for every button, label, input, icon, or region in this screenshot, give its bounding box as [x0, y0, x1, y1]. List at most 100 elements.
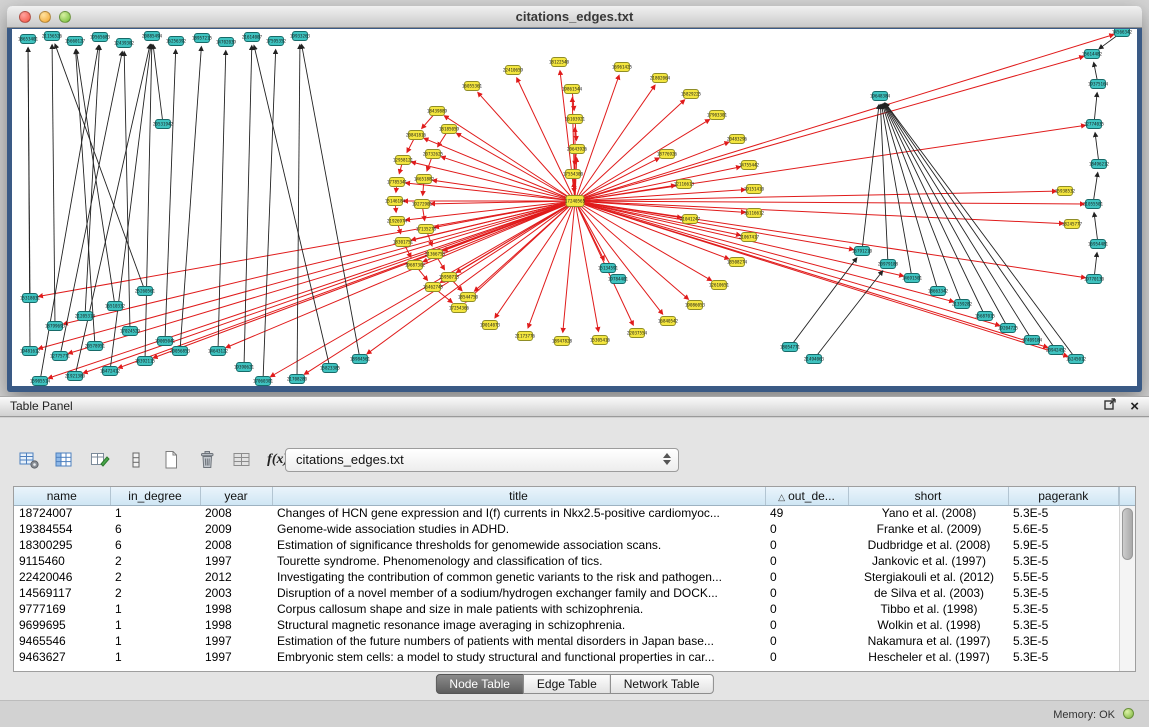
- network-node[interactable]: 19687302: [405, 261, 426, 270]
- network-node[interactable]: 18508274: [727, 258, 748, 267]
- network-node[interactable]: 20056853: [170, 347, 191, 356]
- network-canvas[interactable]: 1724056518122540224106591605536118439889…: [12, 29, 1137, 386]
- zoom-window-button[interactable]: [59, 11, 71, 23]
- table-row[interactable]: 946554611997Estimation of the future num…: [14, 633, 1119, 649]
- network-node[interactable]: 22410659: [503, 66, 524, 75]
- network-node[interactable]: 15614482: [1082, 50, 1103, 59]
- table-row[interactable]: 977716911998Corpus callosum shape and si…: [14, 601, 1119, 617]
- network-edge[interactable]: [575, 201, 999, 325]
- network-edge[interactable]: [153, 45, 163, 124]
- network-node[interactable]: 19861544: [562, 85, 583, 94]
- network-edge[interactable]: [575, 35, 1113, 201]
- network-node[interactable]: 17554300: [563, 170, 584, 179]
- network-node[interactable]: 16791210: [852, 247, 873, 256]
- network-node[interactable]: 21926974: [387, 217, 408, 226]
- network-node[interactable]: 18054771: [780, 343, 801, 352]
- table-row[interactable]: 1938455462009Genome-wide association stu…: [14, 521, 1119, 537]
- network-node[interactable]: 21708280: [287, 375, 308, 384]
- network-node[interactable]: 19375164: [1088, 80, 1109, 89]
- network-edge[interactable]: [862, 105, 879, 251]
- network-node[interactable]: 15146184: [385, 197, 406, 206]
- network-node[interactable]: 16103921: [565, 115, 586, 124]
- network-node[interactable]: 19005041: [155, 337, 176, 346]
- network-node[interactable]: 14755442: [739, 161, 760, 170]
- network-edge[interactable]: [180, 47, 201, 351]
- network-node[interactable]: 14651882: [414, 175, 435, 184]
- network-node[interactable]: 17903301: [707, 111, 728, 120]
- network-edge[interactable]: [263, 50, 276, 381]
- network-node[interactable]: 19770130: [1084, 275, 1105, 284]
- network-edge[interactable]: [885, 103, 1056, 350]
- network-edge[interactable]: [575, 201, 598, 331]
- column-header-year[interactable]: year: [200, 487, 272, 505]
- edit-table-icon[interactable]: [87, 448, 114, 472]
- network-node[interactable]: 22037554: [627, 329, 648, 338]
- network-node[interactable]: 16462745: [423, 283, 444, 292]
- network-edge[interactable]: [52, 45, 55, 326]
- network-node[interactable]: 12958121: [393, 156, 414, 165]
- network-node[interactable]: 15829225: [681, 90, 702, 99]
- network-node[interactable]: 19481612: [20, 347, 41, 356]
- network-node[interactable]: 18439889: [427, 107, 448, 116]
- network-node[interactable]: 18776926: [657, 150, 678, 159]
- network-edge[interactable]: [495, 201, 575, 318]
- network-edge[interactable]: [575, 125, 1085, 201]
- column-header-short[interactable]: short: [848, 487, 1008, 505]
- table-row[interactable]: 1456911722003Disruption of a novel membe…: [14, 585, 1119, 601]
- network-node[interactable]: 21156526: [42, 32, 63, 41]
- network-node[interactable]: 15687015: [975, 312, 996, 321]
- network-edge[interactable]: [563, 201, 575, 332]
- network-node[interactable]: 17254366: [449, 304, 470, 313]
- column-header-pagerank[interactable]: pagerank: [1008, 487, 1119, 505]
- table-row[interactable]: 2242004622012Investigating the contribut…: [14, 569, 1119, 585]
- network-hub-node[interactable]: 17240565: [565, 196, 586, 207]
- network-edge[interactable]: [406, 183, 575, 201]
- network-node[interactable]: 18957215: [192, 34, 213, 43]
- network-node[interactable]: 17785341: [387, 178, 408, 187]
- column-header-out_degree[interactable]: △out_de...: [765, 487, 848, 505]
- network-node[interactable]: 20732625: [423, 150, 444, 159]
- network-edge[interactable]: [575, 85, 655, 201]
- network-edge[interactable]: [244, 46, 252, 367]
- network-node[interactable]: 18947828: [552, 337, 573, 346]
- network-node[interactable]: 16245012: [1066, 355, 1087, 364]
- network-node[interactable]: 18185059: [439, 125, 460, 134]
- network-node[interactable]: 17595352: [266, 37, 287, 46]
- network-node[interactable]: 16055361: [462, 82, 483, 91]
- network-node[interactable]: 21614007: [242, 33, 263, 42]
- network-edge[interactable]: [814, 271, 882, 359]
- network-node[interactable]: 19272901: [412, 200, 433, 209]
- minimize-window-button[interactable]: [39, 11, 51, 23]
- network-node[interactable]: 16256392: [166, 37, 187, 46]
- network-edge[interactable]: [55, 44, 145, 291]
- network-edge[interactable]: [83, 201, 575, 373]
- network-node[interactable]: 18799693: [45, 322, 66, 331]
- network-node[interactable]: 19390621: [234, 363, 255, 372]
- network-node[interactable]: 18496212: [1089, 160, 1110, 169]
- network-node[interactable]: 18245777: [1062, 220, 1083, 229]
- network-node[interactable]: 12775771: [50, 352, 71, 361]
- tab-edge-table[interactable]: Edge Table: [523, 674, 611, 694]
- create-table-icon[interactable]: [158, 448, 185, 472]
- table-row[interactable]: 946362711997Embryonic stem cells: a mode…: [14, 649, 1119, 665]
- network-node[interactable]: 19086053: [685, 301, 706, 310]
- network-node[interactable]: 18301751: [393, 238, 414, 247]
- table-settings-icon[interactable]: [16, 448, 43, 472]
- table-panel-header[interactable]: Table Panel ×: [0, 396, 1149, 417]
- network-node[interactable]: 19014073: [480, 321, 501, 330]
- network-node[interactable]: 21802064: [650, 74, 671, 83]
- network-node[interactable]: 15938532: [1055, 187, 1076, 196]
- network-edge[interactable]: [884, 104, 985, 316]
- network-node[interactable]: 14702039: [216, 38, 237, 47]
- close-window-button[interactable]: [19, 11, 31, 23]
- network-node[interactable]: 18663342: [928, 287, 949, 296]
- scrollbar-thumb[interactable]: [1122, 508, 1133, 560]
- column-header-title[interactable]: title: [272, 487, 765, 505]
- network-node[interactable]: 16961425: [612, 63, 633, 72]
- network-node[interactable]: 17135278: [416, 225, 437, 234]
- table-row[interactable]: 1830029562008Estimation of significance …: [14, 537, 1119, 553]
- network-node[interactable]: 17409184: [1022, 336, 1043, 345]
- network-node[interactable]: 19784401: [608, 275, 629, 284]
- network-edge[interactable]: [575, 201, 1084, 204]
- network-node[interactable]: 16954481: [1088, 240, 1109, 249]
